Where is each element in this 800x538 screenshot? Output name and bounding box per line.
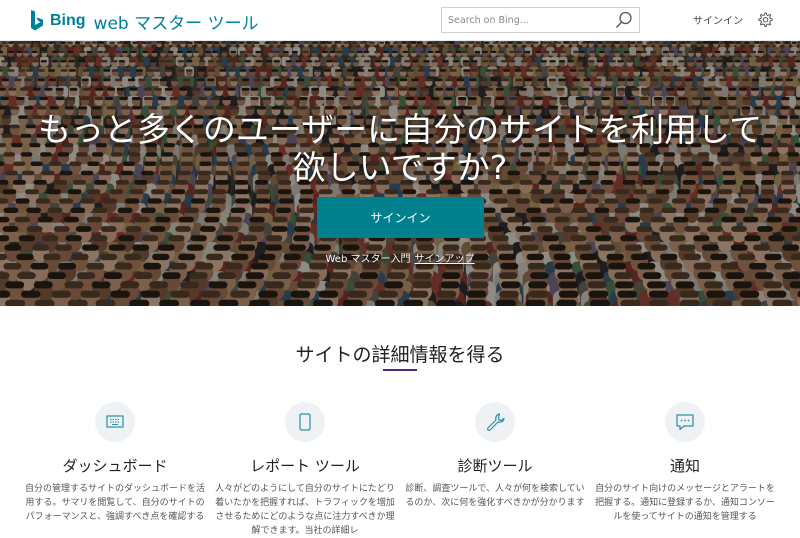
top-header: Bing web マスター ツール サインイン	[0, 0, 800, 41]
hero-signin-button[interactable]: サインイン	[317, 197, 484, 238]
bing-webmaster-logo[interactable]: Bing web マスター ツール	[30, 9, 259, 33]
wrench-icon	[484, 411, 506, 433]
feature-icon-circle	[95, 402, 135, 442]
search-input[interactable]	[442, 8, 616, 32]
feature-icon-circle	[285, 402, 325, 442]
feature-icon-circle	[475, 402, 515, 442]
webmaster-intro-text: Web マスター入門	[326, 254, 411, 265]
logo-product-title: web マスター ツール	[94, 9, 259, 34]
feature-description: 人々がどのようにして自分のサイトにたどり着いたかを把握すれば、トラフィックを増加…	[210, 482, 400, 538]
feature-description: 自分のサイト向けのメッセージとアラートを把握する。通知に登録するか、通知コンソー…	[590, 482, 780, 524]
hero-subtext: Web マスター入門サインアップ	[0, 250, 800, 265]
search-box	[441, 7, 640, 33]
hero-title-line1: もっと多くのユーザーに自分のサイトを利用して	[38, 110, 762, 149]
gear-icon[interactable]	[756, 11, 774, 29]
feature-title: 通知	[590, 455, 780, 476]
feature-dashboard: ダッシュボード 自分の管理するサイトのダッシュボードを活用する。サマリを閲覧して…	[20, 402, 210, 524]
feature-diagnostics: 診断ツール 診断、調査ツールで、人々が何を検索しているのか、次に何を強化すべきか…	[400, 402, 590, 510]
feature-title: レポート ツール	[210, 455, 400, 476]
hero-title-line2: 欲しいですか?	[293, 148, 508, 187]
dashboard-icon	[104, 411, 126, 433]
feature-report-tools: レポート ツール 人々がどのようにして自分のサイトにたどり着いたかを把握すれば、…	[210, 402, 400, 538]
bing-logo-icon	[30, 10, 44, 32]
hero-title: もっと多くのユーザーに自分のサイトを利用して 欲しいですか?	[0, 111, 800, 187]
search-icon[interactable]	[615, 11, 633, 29]
feature-description: 自分の管理するサイトのダッシュボードを活用する。サマリを閲覧して、自分のサイトの…	[20, 482, 210, 524]
signup-link[interactable]: サインアップ	[414, 254, 474, 265]
feature-description: 診断、調査ツールで、人々が何を検索しているのか、次に何を強化すべきかが分かります	[400, 482, 590, 510]
feature-notifications: 通知 自分のサイト向けのメッセージとアラートを把握する。通知に登録するか、通知コ…	[590, 402, 780, 524]
section-title-underline	[383, 369, 417, 371]
feature-title: ダッシュボード	[20, 455, 210, 476]
feature-icon-circle	[665, 402, 705, 442]
report-icon	[294, 411, 316, 433]
hero-banner: もっと多くのユーザーに自分のサイトを利用して 欲しいですか? サインイン Web…	[0, 41, 800, 306]
header-signin-link[interactable]: サインイン	[693, 12, 743, 27]
section-title: サイトの詳細情報を得る	[0, 340, 800, 367]
feature-title: 診断ツール	[400, 455, 590, 476]
logo-brand-text: Bing	[50, 12, 86, 30]
message-icon	[674, 411, 696, 433]
